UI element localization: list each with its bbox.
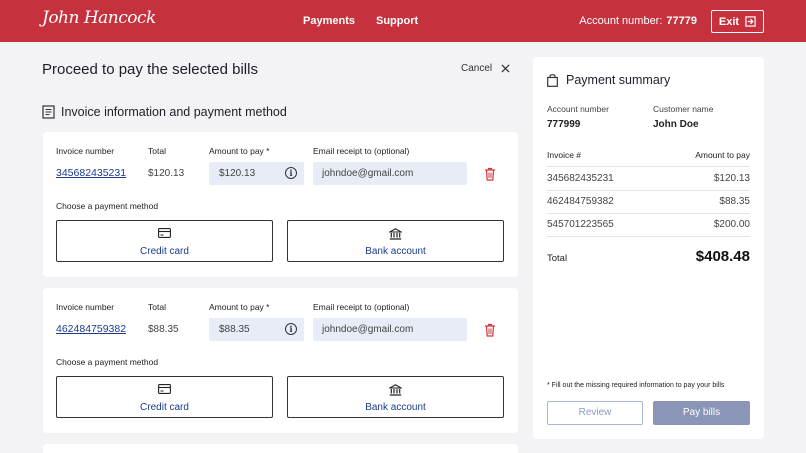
- invoice-total: $120.13: [148, 168, 185, 179]
- cancel-button[interactable]: Cancel: [461, 63, 510, 74]
- nav-payments[interactable]: Payments: [303, 15, 355, 27]
- section-title-text: Invoice information and payment method: [61, 105, 287, 119]
- invoice-card-partial: [43, 444, 518, 453]
- section-title: Invoice information and payment method: [42, 105, 287, 119]
- email-receipt-label: Email receipt to (optional): [313, 302, 410, 312]
- email-receipt-label: Email receipt to (optional): [313, 146, 410, 156]
- bank-account-label: Bank account: [365, 402, 426, 413]
- exit-icon: [745, 16, 756, 27]
- amount-to-pay-label: Amount to pay *: [209, 302, 270, 312]
- summary-col-invoice: Invoice #: [547, 150, 582, 160]
- amount-to-pay-input[interactable]: $88.35 i: [209, 318, 304, 341]
- bank-account-label: Bank account: [365, 246, 426, 257]
- email-receipt-input[interactable]: johndoe@gmail.com: [313, 318, 467, 341]
- summary-account-value: 777999: [547, 119, 581, 130]
- account-number-label: Account number:: [579, 15, 663, 27]
- trash-icon[interactable]: [484, 167, 496, 181]
- payment-summary-title-text: Payment summary: [566, 73, 671, 87]
- summary-row-amount: $88.35: [719, 196, 750, 207]
- credit-card-icon: [158, 228, 171, 238]
- credit-card-button[interactable]: Credit card: [56, 220, 273, 262]
- summary-row-amount: $200.00: [713, 219, 750, 230]
- logo[interactable]: John Hancock: [42, 8, 156, 28]
- summary-customer-value: John Doe: [653, 119, 699, 130]
- top-bar: John Hancock Payments Support Account nu…: [0, 0, 806, 42]
- total-label: Total: [148, 146, 166, 156]
- trash-icon[interactable]: [484, 323, 496, 337]
- amount-to-pay-label: Amount to pay *: [209, 146, 270, 156]
- info-icon[interactable]: i: [285, 323, 297, 335]
- bank-icon: [389, 384, 402, 396]
- nav-support[interactable]: Support: [376, 15, 418, 27]
- summary-row: 462484759382 $88.35: [547, 190, 750, 214]
- bank-account-button[interactable]: Bank account: [287, 376, 504, 418]
- exit-label: Exit: [718, 15, 740, 28]
- choose-method-label: Choose a payment method: [56, 357, 159, 367]
- invoice-number-link[interactable]: 462484759382: [56, 323, 126, 335]
- amount-value: $120.13: [219, 168, 256, 179]
- invoice-number-link[interactable]: 345682435231: [56, 167, 126, 179]
- email-receipt-input[interactable]: johndoe@gmail.com: [313, 162, 467, 185]
- close-icon: [501, 64, 510, 73]
- amount-value: $88.35: [219, 324, 250, 335]
- invoice-card: Invoice number Total Amount to pay * Ema…: [43, 132, 518, 277]
- summary-row: 545701223565 $200.00: [547, 213, 750, 237]
- summary-total-label: Total: [547, 253, 568, 264]
- payment-summary-panel: Payment summary Account number 777999 Cu…: [533, 57, 764, 439]
- summary-row-invoice: 462484759382: [547, 196, 614, 207]
- pay-bills-button[interactable]: Pay bills: [653, 401, 750, 425]
- credit-card-label: Credit card: [140, 246, 189, 257]
- exit-button[interactable]: Exit: [711, 10, 764, 33]
- summary-row-invoice: 545701223565: [547, 219, 614, 230]
- summary-row-invoice: 345682435231: [547, 173, 614, 184]
- summary-total-value: $408.48: [695, 248, 750, 265]
- summary-table-header: Invoice # Amount to pay: [547, 150, 750, 167]
- account-number-value: 77779: [666, 15, 697, 27]
- summary-col-amount: Amount to pay: [695, 150, 750, 160]
- credit-card-label: Credit card: [140, 402, 189, 413]
- summary-account-label: Account number: [547, 104, 609, 114]
- cancel-label: Cancel: [461, 63, 493, 74]
- choose-method-label: Choose a payment method: [56, 201, 159, 211]
- credit-card-button[interactable]: Credit card: [56, 376, 273, 418]
- invoice-card: Invoice number Total Amount to pay * Ema…: [43, 288, 518, 433]
- payment-summary-title: Payment summary: [547, 73, 670, 87]
- summary-customer-label: Customer name: [653, 104, 714, 114]
- invoice-total: $88.35: [148, 324, 179, 335]
- summary-row: 345682435231 $120.13: [547, 167, 750, 191]
- account-number-display: Account number: 77779: [579, 15, 697, 27]
- total-label: Total: [148, 302, 166, 312]
- required-info-note: * Fill out the missing required informat…: [547, 382, 725, 389]
- invoice-icon: [42, 105, 55, 119]
- bank-icon: [389, 228, 402, 240]
- review-button[interactable]: Review: [547, 401, 643, 425]
- credit-card-icon: [158, 384, 171, 394]
- invoice-number-label: Invoice number: [56, 302, 115, 312]
- summary-row-amount: $120.13: [713, 173, 750, 184]
- amount-to-pay-input[interactable]: $120.13 i: [209, 162, 304, 185]
- bank-account-button[interactable]: Bank account: [287, 220, 504, 262]
- invoice-number-label: Invoice number: [56, 146, 115, 156]
- page-title: Proceed to pay the selected bills: [42, 61, 258, 78]
- info-icon[interactable]: i: [285, 167, 297, 179]
- shopping-bag-icon: [547, 73, 558, 87]
